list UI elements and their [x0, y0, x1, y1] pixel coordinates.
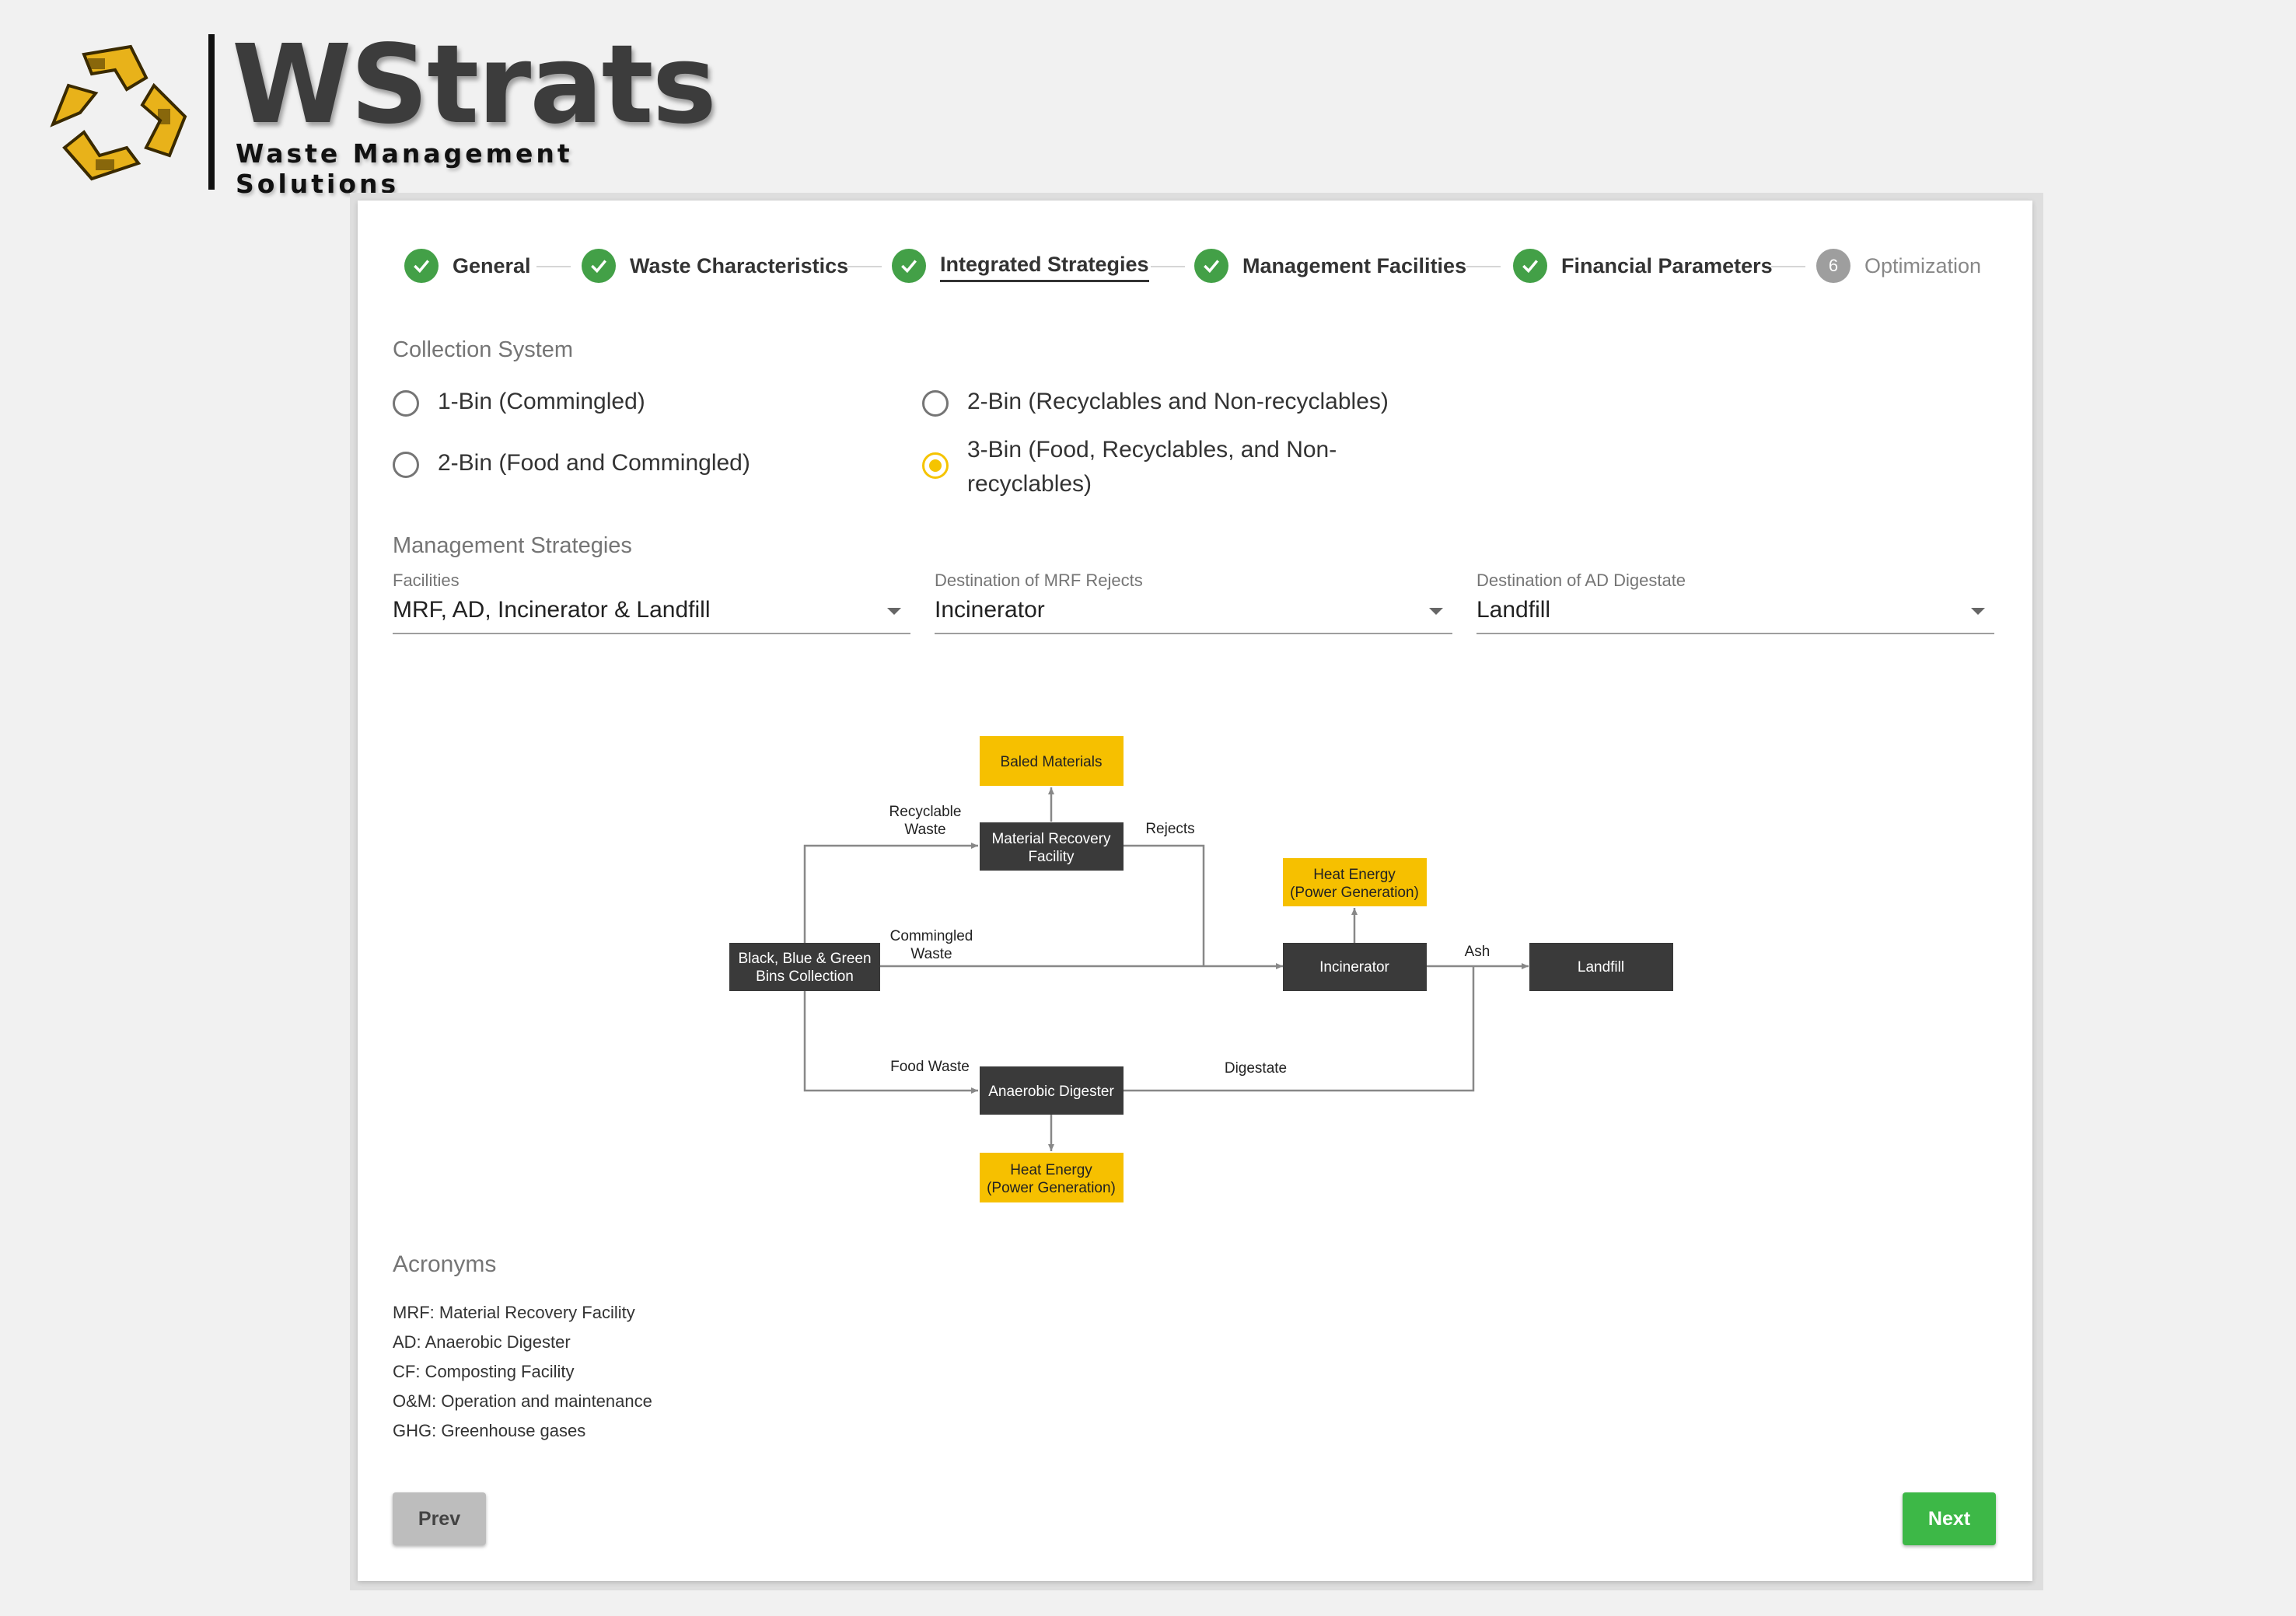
- step-label: Financial Parameters: [1561, 253, 1773, 277]
- recycle-logo-icon: [50, 44, 187, 181]
- radio-2-bin-recyclables[interactable]: 2-Bin (Recyclables and Non-recyclables): [922, 389, 1389, 419]
- svg-text:Anaerobic Digester: Anaerobic Digester: [988, 1084, 1114, 1100]
- select-value: MRF, AD, Incinerator & Landfill: [393, 597, 711, 623]
- step-financial-parameters[interactable]: Financial Parameters: [1513, 244, 1773, 288]
- svg-text:Bins Collection: Bins Collection: [756, 969, 854, 985]
- radio-2-bin-food[interactable]: 2-Bin (Food and Commingled): [393, 450, 750, 480]
- next-button[interactable]: Next: [1903, 1492, 1996, 1545]
- select-label: Destination of MRF Rejects: [935, 571, 1143, 590]
- dropdown-arrow-icon[interactable]: [1971, 608, 1985, 615]
- label-ash: Ash: [1465, 944, 1490, 960]
- step-number-badge: 6: [1816, 249, 1850, 283]
- node-incinerator: Incinerator: [1283, 943, 1427, 991]
- step-connector: [1151, 266, 1185, 267]
- svg-text:Heat Energy: Heat Energy: [1313, 867, 1396, 883]
- svg-text:Baled Materials: Baled Materials: [1001, 754, 1103, 770]
- select-label: Destination of AD Digestate: [1476, 571, 1686, 590]
- step-label: Waste Characteristics: [630, 253, 849, 277]
- node-baled-materials: Baled Materials: [980, 736, 1124, 786]
- svg-text:Landfill: Landfill: [1578, 959, 1624, 976]
- step-connector: [847, 266, 882, 267]
- brand-title: WStrats: [232, 22, 717, 148]
- step-connector: [1771, 266, 1805, 267]
- svg-text:Facility: Facility: [1028, 849, 1075, 865]
- mrf-rejects-select[interactable]: Destination of MRF Rejects Incinerator: [935, 571, 1452, 634]
- svg-text:Black, Blue & Green: Black, Blue & Green: [738, 951, 871, 967]
- select-value: Incinerator: [935, 597, 1045, 623]
- svg-text:Incinerator: Incinerator: [1319, 959, 1389, 976]
- acronym-item: CF: Composting Facility: [393, 1362, 575, 1381]
- step-waste-characteristics[interactable]: Waste Characteristics: [582, 244, 848, 288]
- svg-text:(Power Generation): (Power Generation): [1290, 885, 1419, 901]
- logo-divider: [208, 34, 215, 190]
- dropdown-arrow-icon[interactable]: [887, 608, 901, 615]
- check-icon: [582, 249, 616, 283]
- prev-button[interactable]: Prev: [393, 1492, 486, 1545]
- check-icon: [404, 249, 439, 283]
- step-label: Optimization: [1864, 253, 1982, 277]
- step-connector: [536, 266, 571, 267]
- node-landfill: Landfill: [1529, 943, 1673, 991]
- select-label: Facilities: [393, 571, 460, 590]
- svg-text:(Power Generation): (Power Generation): [987, 1180, 1116, 1196]
- dropdown-arrow-icon[interactable]: [1429, 608, 1443, 615]
- step-label: Management Facilities: [1242, 253, 1467, 277]
- radio-label: 2-Bin (Recyclables and Non-recyclables): [967, 389, 1389, 414]
- radio-3-bin[interactable]: 3-Bin (Food, Recyclables, and Non-recycl…: [922, 437, 1381, 501]
- management-strategies-title: Management Strategies: [393, 533, 632, 558]
- step-label: Integrated Strategies: [940, 253, 1149, 282]
- node-anaerobic-digester: Anaerobic Digester: [980, 1066, 1124, 1115]
- label-recyclable-2: Waste: [904, 822, 945, 838]
- label-recyclable: Recyclable: [889, 804, 962, 820]
- label-digestate: Digestate: [1225, 1060, 1287, 1077]
- step-optimization[interactable]: 6 Optimization: [1816, 244, 1981, 288]
- node-heat-energy-bottom: Heat Energy (Power Generation): [980, 1153, 1124, 1202]
- label-rejects: Rejects: [1145, 821, 1194, 837]
- svg-text:Heat Energy: Heat Energy: [1010, 1162, 1092, 1178]
- step-connector: [1466, 266, 1501, 267]
- acronyms-title: Acronyms: [393, 1251, 497, 1277]
- radio-label: 1-Bin (Commingled): [438, 389, 645, 414]
- select-value: Landfill: [1476, 597, 1551, 623]
- radio-button[interactable]: [922, 390, 949, 417]
- step-general[interactable]: General: [404, 244, 531, 288]
- check-icon: [892, 249, 926, 283]
- radio-button-selected[interactable]: [922, 452, 949, 479]
- label-commingled: Commingled: [890, 928, 973, 944]
- acronym-item: GHG: Greenhouse gases: [393, 1421, 586, 1440]
- acronym-item: AD: Anaerobic Digester: [393, 1332, 571, 1352]
- radio-1-bin-commingled[interactable]: 1-Bin (Commingled): [393, 389, 645, 419]
- radio-button[interactable]: [393, 452, 419, 478]
- step-management-facilities[interactable]: Management Facilities: [1194, 244, 1466, 288]
- brand-logo: WStrats Waste Management Solutions: [37, 22, 717, 199]
- check-icon: [1513, 249, 1547, 283]
- svg-text:Material Recovery: Material Recovery: [991, 831, 1111, 847]
- acronym-item: O&M: Operation and maintenance: [393, 1391, 652, 1411]
- ad-digestate-select[interactable]: Destination of AD Digestate Landfill: [1476, 571, 1994, 634]
- label-commingled-2: Waste: [910, 946, 952, 962]
- node-heat-energy-top: Heat Energy (Power Generation): [1283, 858, 1427, 906]
- step-label: General: [453, 253, 531, 277]
- radio-label: 3-Bin (Food, Recyclables, and Non-recycl…: [967, 437, 1337, 497]
- radio-button[interactable]: [393, 390, 419, 417]
- check-icon: [1194, 249, 1228, 283]
- collection-system-title: Collection System: [393, 337, 574, 362]
- radio-label: 2-Bin (Food and Commingled): [438, 450, 750, 476]
- label-food-waste: Food Waste: [890, 1059, 970, 1075]
- facilities-select[interactable]: Facilities MRF, AD, Incinerator & Landfi…: [393, 571, 910, 634]
- brand-subtitle: Waste Management Solutions: [236, 138, 573, 199]
- node-bins-collection: Black, Blue & Green Bins Collection: [729, 943, 880, 991]
- step-integrated-strategies[interactable]: Integrated Strategies: [892, 244, 1149, 288]
- acronym-item: MRF: Material Recovery Facility: [393, 1303, 635, 1322]
- node-material-recovery-facility: Material Recovery Facility: [980, 822, 1124, 871]
